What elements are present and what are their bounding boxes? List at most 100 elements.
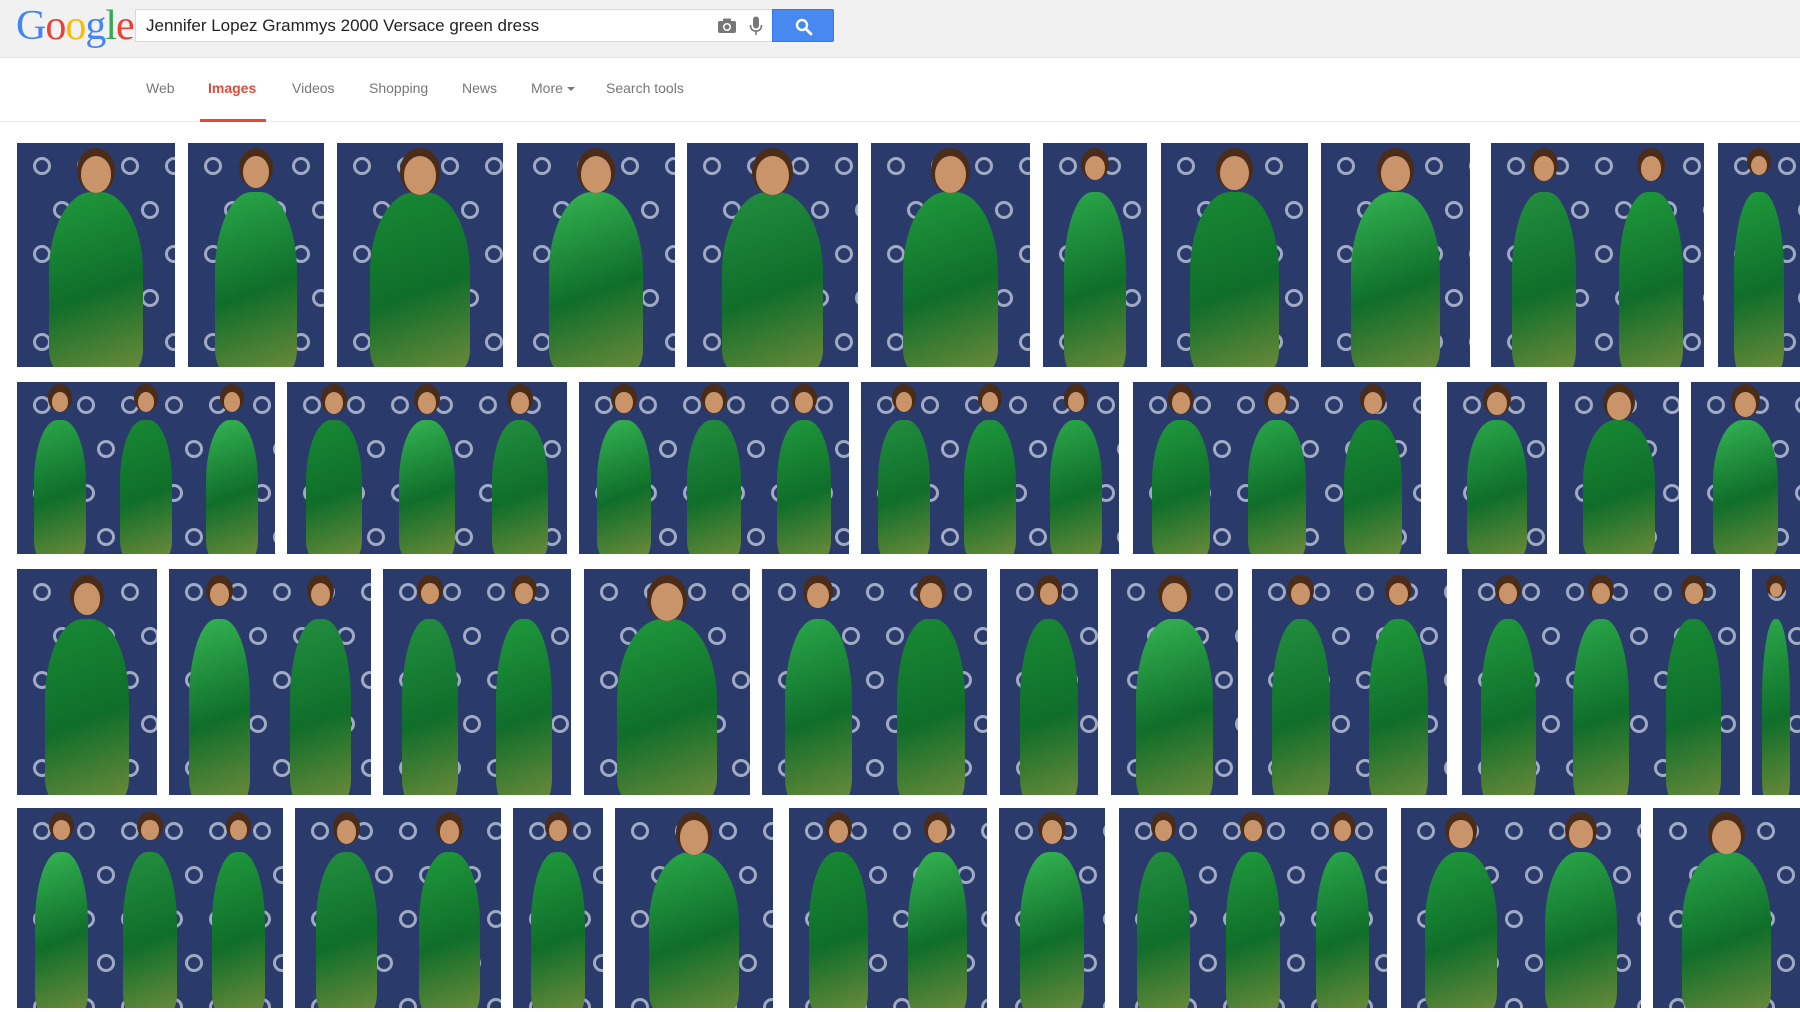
backdrop-logo	[1325, 484, 1344, 502]
image-result-thumbnail[interactable]	[1321, 143, 1470, 367]
image-result-thumbnail[interactable]	[1043, 143, 1147, 367]
image-result-thumbnail[interactable]	[1653, 808, 1800, 1008]
face	[73, 582, 101, 615]
tab-images[interactable]: Images	[208, 80, 256, 96]
backdrop-logo	[249, 627, 268, 645]
image-result-thumbnail[interactable]	[287, 382, 567, 554]
backdrop-logo	[974, 715, 987, 733]
camera-icon[interactable]	[717, 18, 737, 34]
image-result-thumbnail[interactable]	[871, 143, 1030, 367]
image-result-thumbnail[interactable]	[1119, 808, 1387, 1008]
green-dress	[1136, 852, 1191, 1008]
backdrop-logo	[273, 671, 292, 689]
image-result-thumbnail[interactable]	[169, 569, 371, 795]
backdrop-logo	[600, 671, 619, 689]
face	[80, 156, 112, 193]
image-result-thumbnail[interactable]	[1752, 569, 1800, 795]
backdrop-logo	[1718, 627, 1737, 645]
face	[1388, 582, 1408, 605]
backdrop-logo	[229, 583, 248, 601]
backdrop-logo	[665, 333, 675, 351]
face	[1085, 156, 1105, 181]
search-tools-button[interactable]: Search tools	[606, 80, 684, 96]
green-dress	[1344, 419, 1402, 554]
backdrop-logo	[375, 954, 394, 972]
image-result-thumbnail[interactable]	[584, 569, 750, 795]
backdrop-logo	[1337, 157, 1356, 175]
image-result-thumbnail[interactable]	[1111, 569, 1238, 795]
image-result-thumbnail[interactable]	[1133, 382, 1421, 554]
backdrop-logo	[1332, 627, 1351, 645]
logo-letter: G	[16, 3, 46, 49]
backdrop-logo	[204, 157, 223, 175]
backdrop-logo	[1019, 333, 1030, 351]
backdrop-logo	[1215, 759, 1234, 777]
backdrop-logo	[995, 289, 1014, 307]
image-result-thumbnail[interactable]	[687, 143, 858, 367]
backdrop-logo	[600, 583, 619, 601]
backdrop-logo	[683, 396, 702, 414]
search-input[interactable]	[146, 10, 706, 41]
face	[1155, 820, 1173, 841]
image-result-thumbnail[interactable]	[17, 382, 275, 554]
green-dress	[1665, 618, 1722, 795]
green-dress	[206, 419, 258, 554]
backdrop-logo	[975, 157, 994, 175]
backdrop-logo	[1505, 998, 1524, 1008]
image-result-thumbnail[interactable]	[1491, 143, 1704, 367]
backdrop-logo	[631, 910, 650, 928]
backdrop-logo	[1575, 396, 1594, 414]
microphone-icon[interactable]	[749, 16, 763, 36]
backdrop-logo	[1301, 440, 1320, 458]
backdrop-logo	[995, 201, 1014, 219]
image-result-thumbnail[interactable]	[861, 382, 1119, 554]
image-result-thumbnail[interactable]	[999, 808, 1105, 1008]
image-result-thumbnail[interactable]	[615, 808, 773, 1008]
image-result-thumbnail[interactable]	[1000, 569, 1098, 795]
green-dress	[215, 192, 297, 367]
green-dress	[1271, 618, 1330, 795]
image-result-thumbnail[interactable]	[383, 569, 571, 795]
google-logo[interactable]: Google	[16, 3, 135, 49]
image-result-thumbnail[interactable]	[295, 808, 501, 1008]
image-result-thumbnail[interactable]	[17, 143, 175, 367]
image-result-thumbnail[interactable]	[1559, 382, 1679, 554]
green-dress	[1020, 852, 1084, 1008]
search-box[interactable]	[135, 9, 773, 42]
image-result-thumbnail[interactable]	[1691, 382, 1800, 554]
backdrop-logo	[399, 910, 418, 928]
backdrop-logo	[253, 822, 272, 840]
backdrop-logo	[835, 157, 854, 175]
tab-shopping[interactable]: Shopping	[369, 80, 428, 96]
image-result-thumbnail[interactable]	[17, 808, 283, 1008]
backdrop-logo	[1135, 822, 1154, 840]
image-result-thumbnail[interactable]	[513, 808, 603, 1008]
image-result-thumbnail[interactable]	[1462, 569, 1740, 795]
image-result-thumbnail[interactable]	[762, 569, 987, 795]
search-nav: Web Images Videos Shopping News More Sea…	[0, 58, 1800, 122]
backdrop-logo	[1179, 822, 1198, 840]
green-dress	[1583, 419, 1655, 554]
image-result-thumbnail[interactable]	[1401, 808, 1641, 1008]
image-result-thumbnail[interactable]	[1718, 143, 1800, 367]
search-button[interactable]	[772, 9, 834, 42]
tab-videos[interactable]: Videos	[292, 80, 335, 96]
backdrop-logo	[732, 759, 750, 777]
green-dress	[315, 852, 378, 1008]
image-result-thumbnail[interactable]	[17, 569, 157, 795]
image-result-thumbnail[interactable]	[188, 143, 324, 367]
face	[1712, 820, 1741, 854]
tab-web[interactable]: Web	[146, 80, 175, 96]
image-result-thumbnail[interactable]	[579, 382, 849, 554]
image-result-thumbnail[interactable]	[337, 143, 503, 367]
backdrop-logo	[1630, 627, 1649, 645]
image-result-thumbnail[interactable]	[517, 143, 675, 367]
tab-news[interactable]: News	[462, 80, 497, 96]
face	[51, 392, 69, 413]
backdrop-logo	[641, 201, 660, 219]
image-result-thumbnail[interactable]	[1447, 382, 1547, 554]
image-result-thumbnail[interactable]	[1252, 569, 1447, 795]
tab-more[interactable]: More	[531, 80, 575, 96]
image-result-thumbnail[interactable]	[789, 808, 987, 1008]
image-result-thumbnail[interactable]	[1161, 143, 1308, 367]
